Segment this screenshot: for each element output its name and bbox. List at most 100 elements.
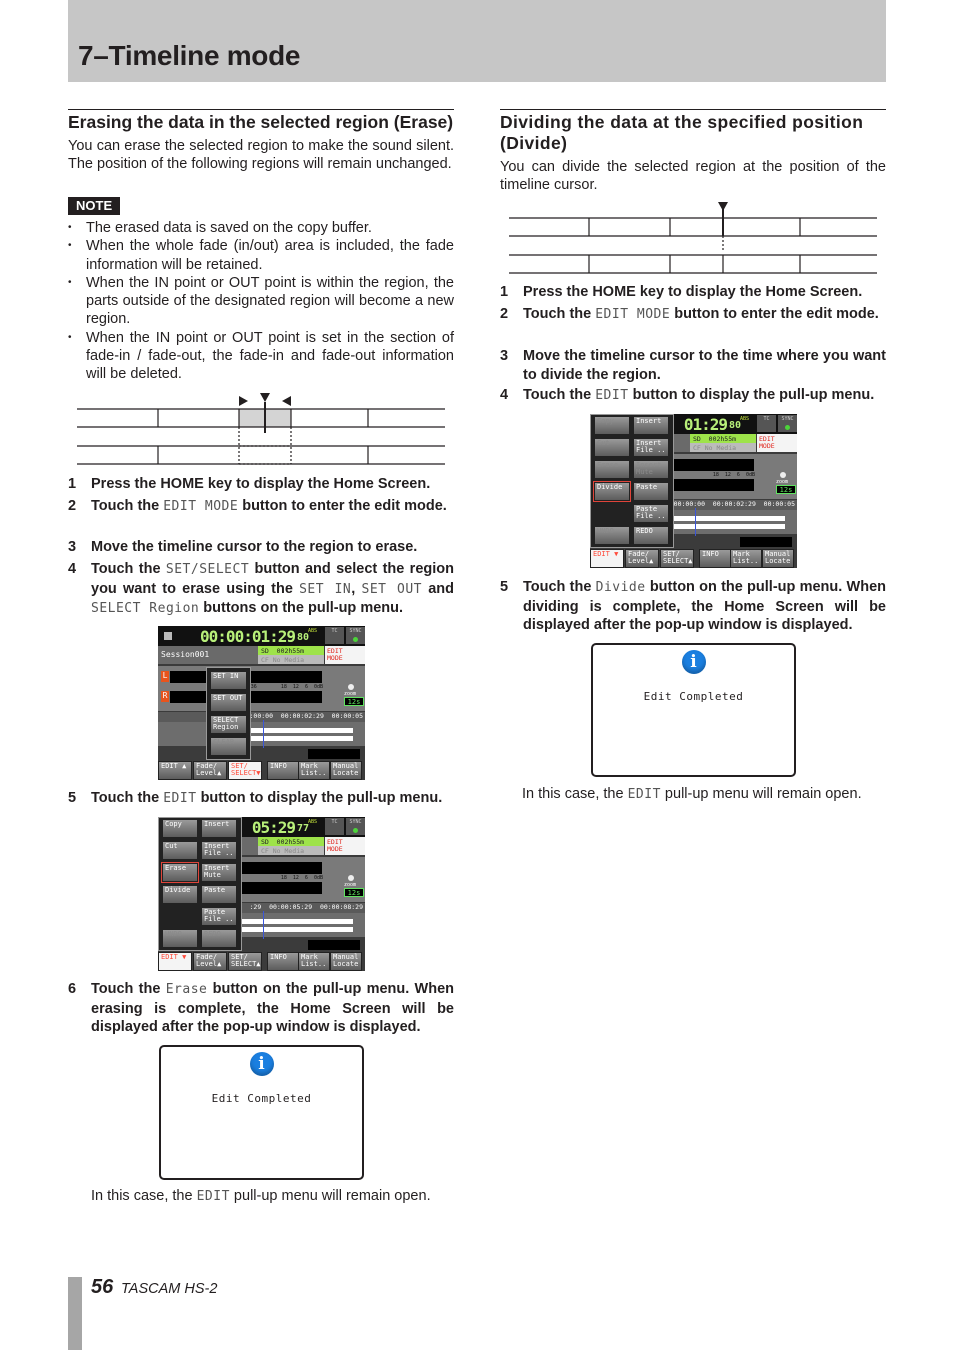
info-button[interactable]: INFO — [267, 761, 299, 780]
button-ref: Divide — [595, 580, 646, 595]
device-screen-set-select: 00:00:01:29 80 ABS TC SYNC Session001 SD 002h5… — [158, 626, 365, 780]
popup-divide-button[interactable]: Divide — [593, 481, 631, 502]
erase-after-note: In this case, the EDIT pull-up menu will… — [91, 1187, 431, 1206]
popup-paste-button[interactable]: Paste File .. — [633, 504, 669, 523]
step-number: 2 — [68, 498, 77, 514]
edit-mode-button[interactable]: EDIT MODE — [757, 434, 797, 452]
set-select-button[interactable]: SET/ SELECT▲ — [660, 549, 694, 568]
info-icon: i — [249, 1052, 274, 1076]
popup-undo-button[interactable]: UNDO — [162, 929, 198, 948]
tc-indicator[interactable]: TC — [757, 415, 776, 432]
zoom-value[interactable]: 12s — [776, 485, 796, 494]
button-ref: SET IN — [299, 581, 352, 597]
button-ref: EDIT MODE — [163, 499, 239, 514]
mark-list-button[interactable]: Mark List.. — [730, 549, 762, 568]
manual-locate-button[interactable]: Manual Locate — [330, 761, 362, 780]
step-text: Press the HOME key to display the Home S… — [523, 284, 863, 300]
mark-list-button[interactable]: Mark List.. — [298, 952, 330, 971]
popup-select-region-button[interactable]: SELECT Region — [210, 715, 247, 734]
fade-level-button[interactable]: Fade/ Level▲ — [193, 761, 227, 780]
popup-insert-button[interactable]: Insert — [633, 416, 669, 435]
info-button[interactable]: INFO — [267, 952, 299, 971]
step-number: 6 — [68, 981, 77, 997]
zoom-value[interactable]: 12s — [344, 697, 364, 706]
erase-heading: Erasing the data in the selected region … — [68, 112, 454, 132]
edit-button[interactable]: EDIT ▲ — [158, 761, 192, 780]
section-rule — [500, 109, 886, 110]
popup-divide-button[interactable]: Divide — [162, 885, 198, 904]
popup-paste-button[interactable]: Paste — [201, 885, 237, 904]
note-item: When the IN point or OUT point is within… — [68, 274, 454, 329]
popup-paste-button[interactable]: Paste — [633, 482, 669, 501]
time-counter: 01:29 — [683, 415, 728, 434]
popup-insert-button[interactable]: Insert File .. — [633, 438, 669, 457]
popup-insert-button[interactable]: Insert — [201, 819, 237, 838]
popup-redo-button[interactable]: REDO — [201, 929, 237, 948]
cf-status: CF No Media — [690, 443, 756, 452]
popup-paste-button[interactable]: Paste File .. — [201, 907, 237, 926]
sync-led — [353, 637, 358, 642]
page-number: 56 — [91, 1276, 114, 1298]
timeline-cursor — [263, 911, 264, 939]
button-ref: EDIT — [595, 388, 629, 403]
popup-undo-button[interactable]: UNDO — [594, 526, 630, 545]
timeline-cursor — [695, 508, 696, 536]
timeline-track-area — [158, 722, 365, 746]
mark-list-button[interactable]: Mark List.. — [298, 761, 330, 780]
divide-heading: Dividing the data at the specified posit… — [500, 112, 864, 153]
edit-mode-button[interactable]: EDIT MODE — [325, 837, 365, 855]
status-box — [740, 537, 792, 547]
popup-erase-button[interactable]: Erase — [594, 460, 630, 479]
step-number: 3 — [500, 348, 509, 364]
erase-diagram — [77, 393, 445, 465]
zoom-icon — [348, 684, 354, 690]
popup-insert-button[interactable]: Insert File .. — [201, 841, 237, 860]
popup-cut-button[interactable]: Cut — [162, 841, 198, 860]
popup-set-out-button[interactable]: SET OUT — [210, 693, 247, 712]
step-text: Touch the — [91, 498, 164, 514]
set-select-button[interactable]: SET/ SELECT▲ — [228, 952, 262, 971]
popup-insert-button[interactable]: Insert Mute — [201, 863, 237, 882]
popup-insert-button[interactable]: Insert Mute — [633, 460, 669, 479]
edit-mode-button[interactable]: EDIT MODE — [325, 646, 365, 664]
step-4: 4 Touch the EDIT button to display the pu… — [500, 386, 886, 406]
popup-copy-button[interactable]: Copy — [594, 416, 630, 435]
info-button[interactable]: INFO — [699, 549, 731, 568]
tc-indicator[interactable]: TC — [325, 818, 344, 835]
step-text: Move the timeline cursor to the region t… — [91, 539, 418, 555]
step-text: Touch the — [91, 561, 166, 577]
popup-cut-button[interactable]: Cut — [594, 438, 630, 457]
edit-button[interactable]: EDIT ▼ — [158, 952, 192, 971]
product-name: TASCAM HS-2 — [121, 1281, 218, 1297]
zoom-value[interactable]: 12s — [344, 888, 364, 897]
session-name[interactable]: Session001 — [158, 646, 258, 664]
step-text: Press the HOME key to display the Home S… — [91, 476, 431, 492]
set-select-button[interactable]: SET/ SELECT▼ — [228, 761, 262, 780]
abs-label: ABS — [308, 819, 318, 825]
manual-locate-button[interactable]: Manual Locate — [762, 549, 794, 568]
popup-redo-button[interactable]: REDO — [633, 526, 669, 545]
device-screen-edit-divide: 01:29 80 ABS TC SYNC SD 002h55m CF No Media EDI… — [590, 414, 797, 568]
step-text: button to display the pull-up menu. — [628, 387, 875, 403]
edit-button[interactable]: EDIT ▼ — [590, 549, 624, 568]
footer-bar — [68, 1277, 82, 1350]
chapter-header: 7–Timeline mode — [68, 0, 886, 82]
popup-set-in-button[interactable]: SET IN — [210, 671, 247, 690]
fade-level-button[interactable]: Fade/ Level▲ — [193, 952, 227, 971]
step-number: 4 — [68, 561, 77, 577]
note-badge: NOTE — [68, 197, 121, 215]
divide-intro: You can divide the selected region at th… — [500, 159, 886, 193]
step-2: 2 Touch the EDIT MODE button to enter the… — [500, 305, 886, 325]
zoom-icon — [348, 875, 354, 881]
tc-indicator[interactable]: TC — [325, 627, 344, 644]
step-number: 4 — [500, 387, 509, 403]
note-text: In this case, the — [91, 1188, 197, 1204]
step-number: 1 — [500, 284, 509, 300]
manual-locate-button[interactable]: Manual Locate — [330, 952, 362, 971]
popup-message: Edit Completed — [211, 1092, 312, 1105]
sync-led — [785, 425, 790, 430]
popup-clear-button[interactable]: CLEAR — [210, 737, 247, 756]
popup-erase-button[interactable]: Erase — [161, 862, 199, 883]
fade-level-button[interactable]: Fade/ Level▲ — [625, 549, 659, 568]
popup-copy-button[interactable]: Copy — [162, 819, 198, 838]
